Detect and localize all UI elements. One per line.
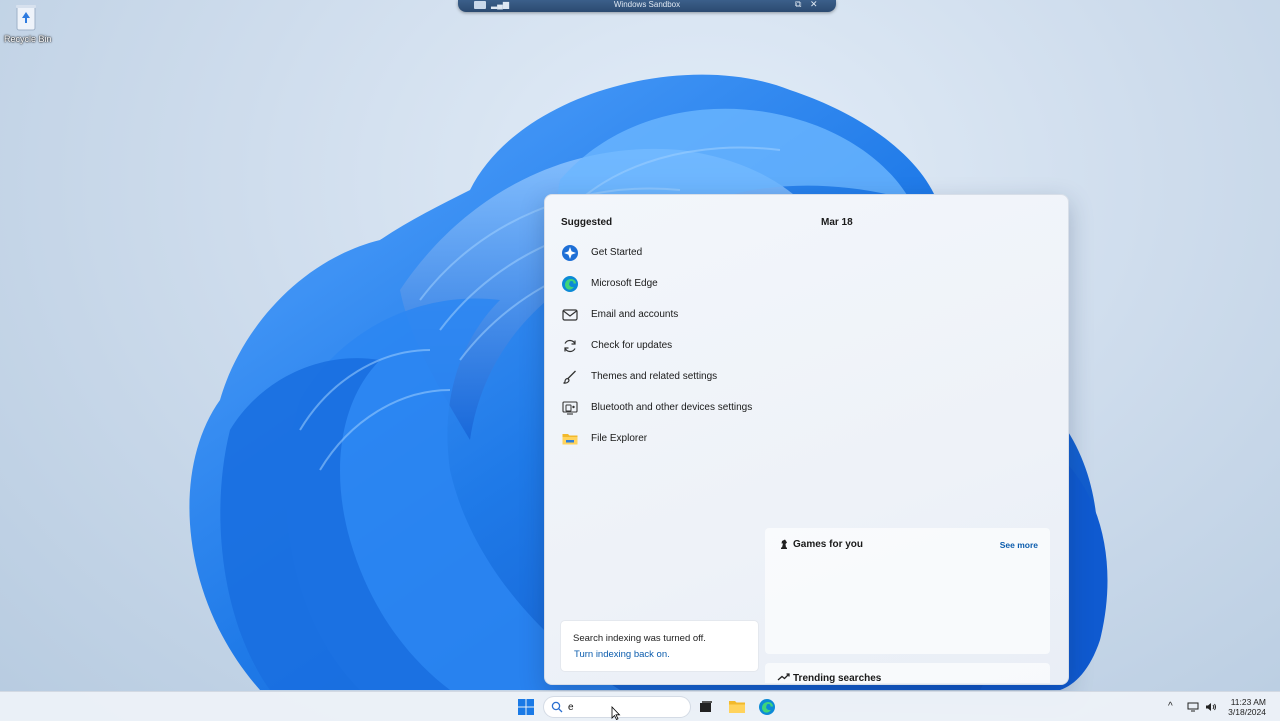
edge-icon: [561, 275, 579, 293]
restore-button[interactable]: ⧉: [795, 0, 801, 9]
games-card: Games for you See more: [765, 528, 1050, 654]
tray-overflow-chevron-icon[interactable]: ^: [1168, 701, 1173, 712]
suggested-item-get-started[interactable]: Get Started: [561, 237, 801, 268]
suggested-item-bluetooth[interactable]: Bluetooth and other devices settings: [561, 392, 801, 423]
suggested-item-check-for-updates[interactable]: Check for updates: [561, 330, 801, 361]
get-started-icon: [561, 244, 579, 262]
windows-logo-icon: [518, 699, 534, 715]
taskbar: ^ 11:23 AM 3/18/2024: [0, 691, 1280, 721]
suggested-item-label: Check for updates: [591, 340, 673, 351]
task-view-button[interactable]: [696, 697, 716, 717]
mouse-cursor-icon: [611, 706, 621, 720]
system-tray: ^: [1168, 692, 1217, 721]
network-icon[interactable]: [1187, 701, 1199, 713]
suggested-item-themes[interactable]: Themes and related settings: [561, 361, 801, 392]
suggested-item-label: Themes and related settings: [591, 371, 718, 382]
sandbox-title-bar[interactable]: ▂▄▆ Windows Sandbox ⧉ ✕: [458, 0, 836, 12]
suggested-item-label: Bluetooth and other devices settings: [591, 402, 753, 413]
suggested-item-label: Email and accounts: [591, 309, 679, 320]
indexing-notice: Search indexing was turned off. Turn ind…: [561, 621, 758, 671]
trending-card: Trending searches: [765, 663, 1050, 683]
suggested-item-email-and-accounts[interactable]: Email and accounts: [561, 299, 801, 330]
refresh-icon: [561, 337, 579, 355]
see-more-link[interactable]: See more: [1000, 540, 1038, 550]
recycle-bin-icon: [16, 5, 36, 31]
trending-icon: [777, 673, 790, 681]
date-heading: Mar 18: [821, 217, 853, 228]
turn-indexing-on-link[interactable]: Turn indexing back on.: [574, 649, 670, 660]
suggested-item-label: Get Started: [591, 247, 643, 258]
volume-icon[interactable]: [1205, 701, 1217, 713]
start-button[interactable]: [516, 697, 536, 717]
task-view-icon: [700, 701, 712, 712]
games-title: Games for you: [793, 539, 864, 550]
close-button[interactable]: ✕: [810, 0, 818, 9]
suggested-item-microsoft-edge[interactable]: Microsoft Edge: [561, 268, 801, 299]
chess-knight-icon: [781, 539, 787, 549]
search-input[interactable]: [568, 699, 678, 715]
suggested-item-label: File Explorer: [591, 433, 648, 444]
taskbar-clock[interactable]: 11:23 AM 3/18/2024: [1228, 697, 1266, 717]
clock-time: 11:23 AM: [1230, 697, 1266, 707]
edge-taskbar-button[interactable]: [757, 697, 777, 717]
recycle-bin-shortcut[interactable]: Recycle Bin: [4, 2, 52, 44]
suggested-heading: Suggested: [561, 217, 613, 228]
devices-icon: [561, 399, 579, 417]
brush-icon: [561, 368, 579, 386]
folder-icon: [729, 701, 745, 713]
suggested-item-file-explorer[interactable]: File Explorer: [561, 423, 801, 454]
suggested-list: Get Started Microsoft Edge Email and acc…: [561, 237, 801, 454]
recycle-bin-label: Recycle Bin: [4, 34, 52, 44]
file-explorer-taskbar-button[interactable]: [727, 697, 747, 717]
search-flyout: Suggested Mar 18 Get Started Microsoft E…: [544, 194, 1069, 685]
folder-icon: [561, 430, 579, 448]
edge-icon: [759, 699, 775, 715]
suggested-item-label: Microsoft Edge: [591, 278, 658, 289]
sandbox-title: Windows Sandbox: [613, 0, 681, 9]
search-icon: [551, 701, 563, 713]
trending-title: Trending searches: [793, 673, 882, 683]
indexing-message: Search indexing was turned off.: [573, 633, 706, 644]
clock-date: 3/18/2024: [1228, 707, 1266, 717]
mail-icon: [561, 306, 579, 324]
